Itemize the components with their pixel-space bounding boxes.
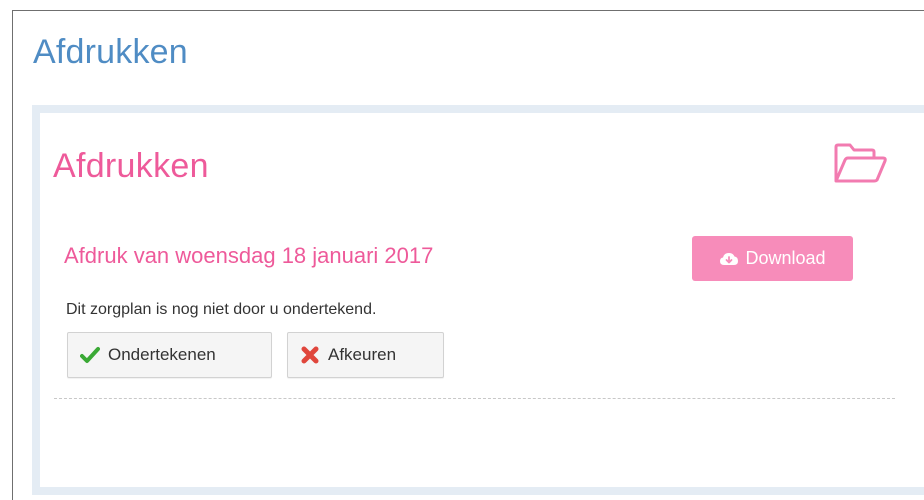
- reject-label: Afkeuren: [328, 345, 397, 364]
- sign-label: Ondertekenen: [108, 345, 216, 364]
- download-button[interactable]: Download: [692, 236, 853, 281]
- dashed-divider: [54, 398, 895, 399]
- print-panel-body: Afdrukken Afdruk van woensdag 18 januari…: [40, 113, 924, 487]
- download-label: Download: [745, 248, 826, 268]
- print-date-heading: Afdruk van woensdag 18 januari 2017: [64, 243, 434, 268]
- print-panel: Afdrukken Afdruk van woensdag 18 januari…: [32, 105, 924, 495]
- sign-button[interactable]: Ondertekenen: [67, 332, 272, 378]
- panel-title: Afdrukken: [53, 147, 209, 185]
- reject-button[interactable]: Afkeuren: [287, 332, 444, 378]
- signature-status-text: Dit zorgplan is nog niet door u ondertek…: [66, 301, 377, 318]
- page-title: Afdrukken: [33, 33, 188, 71]
- cloud-download-icon: [719, 251, 739, 267]
- folder-open-icon: [832, 141, 888, 185]
- cross-icon: [300, 345, 320, 365]
- page-frame: Afdrukken Afdrukken Afdruk van woensdag …: [12, 10, 924, 500]
- checkmark-icon: [80, 346, 100, 364]
